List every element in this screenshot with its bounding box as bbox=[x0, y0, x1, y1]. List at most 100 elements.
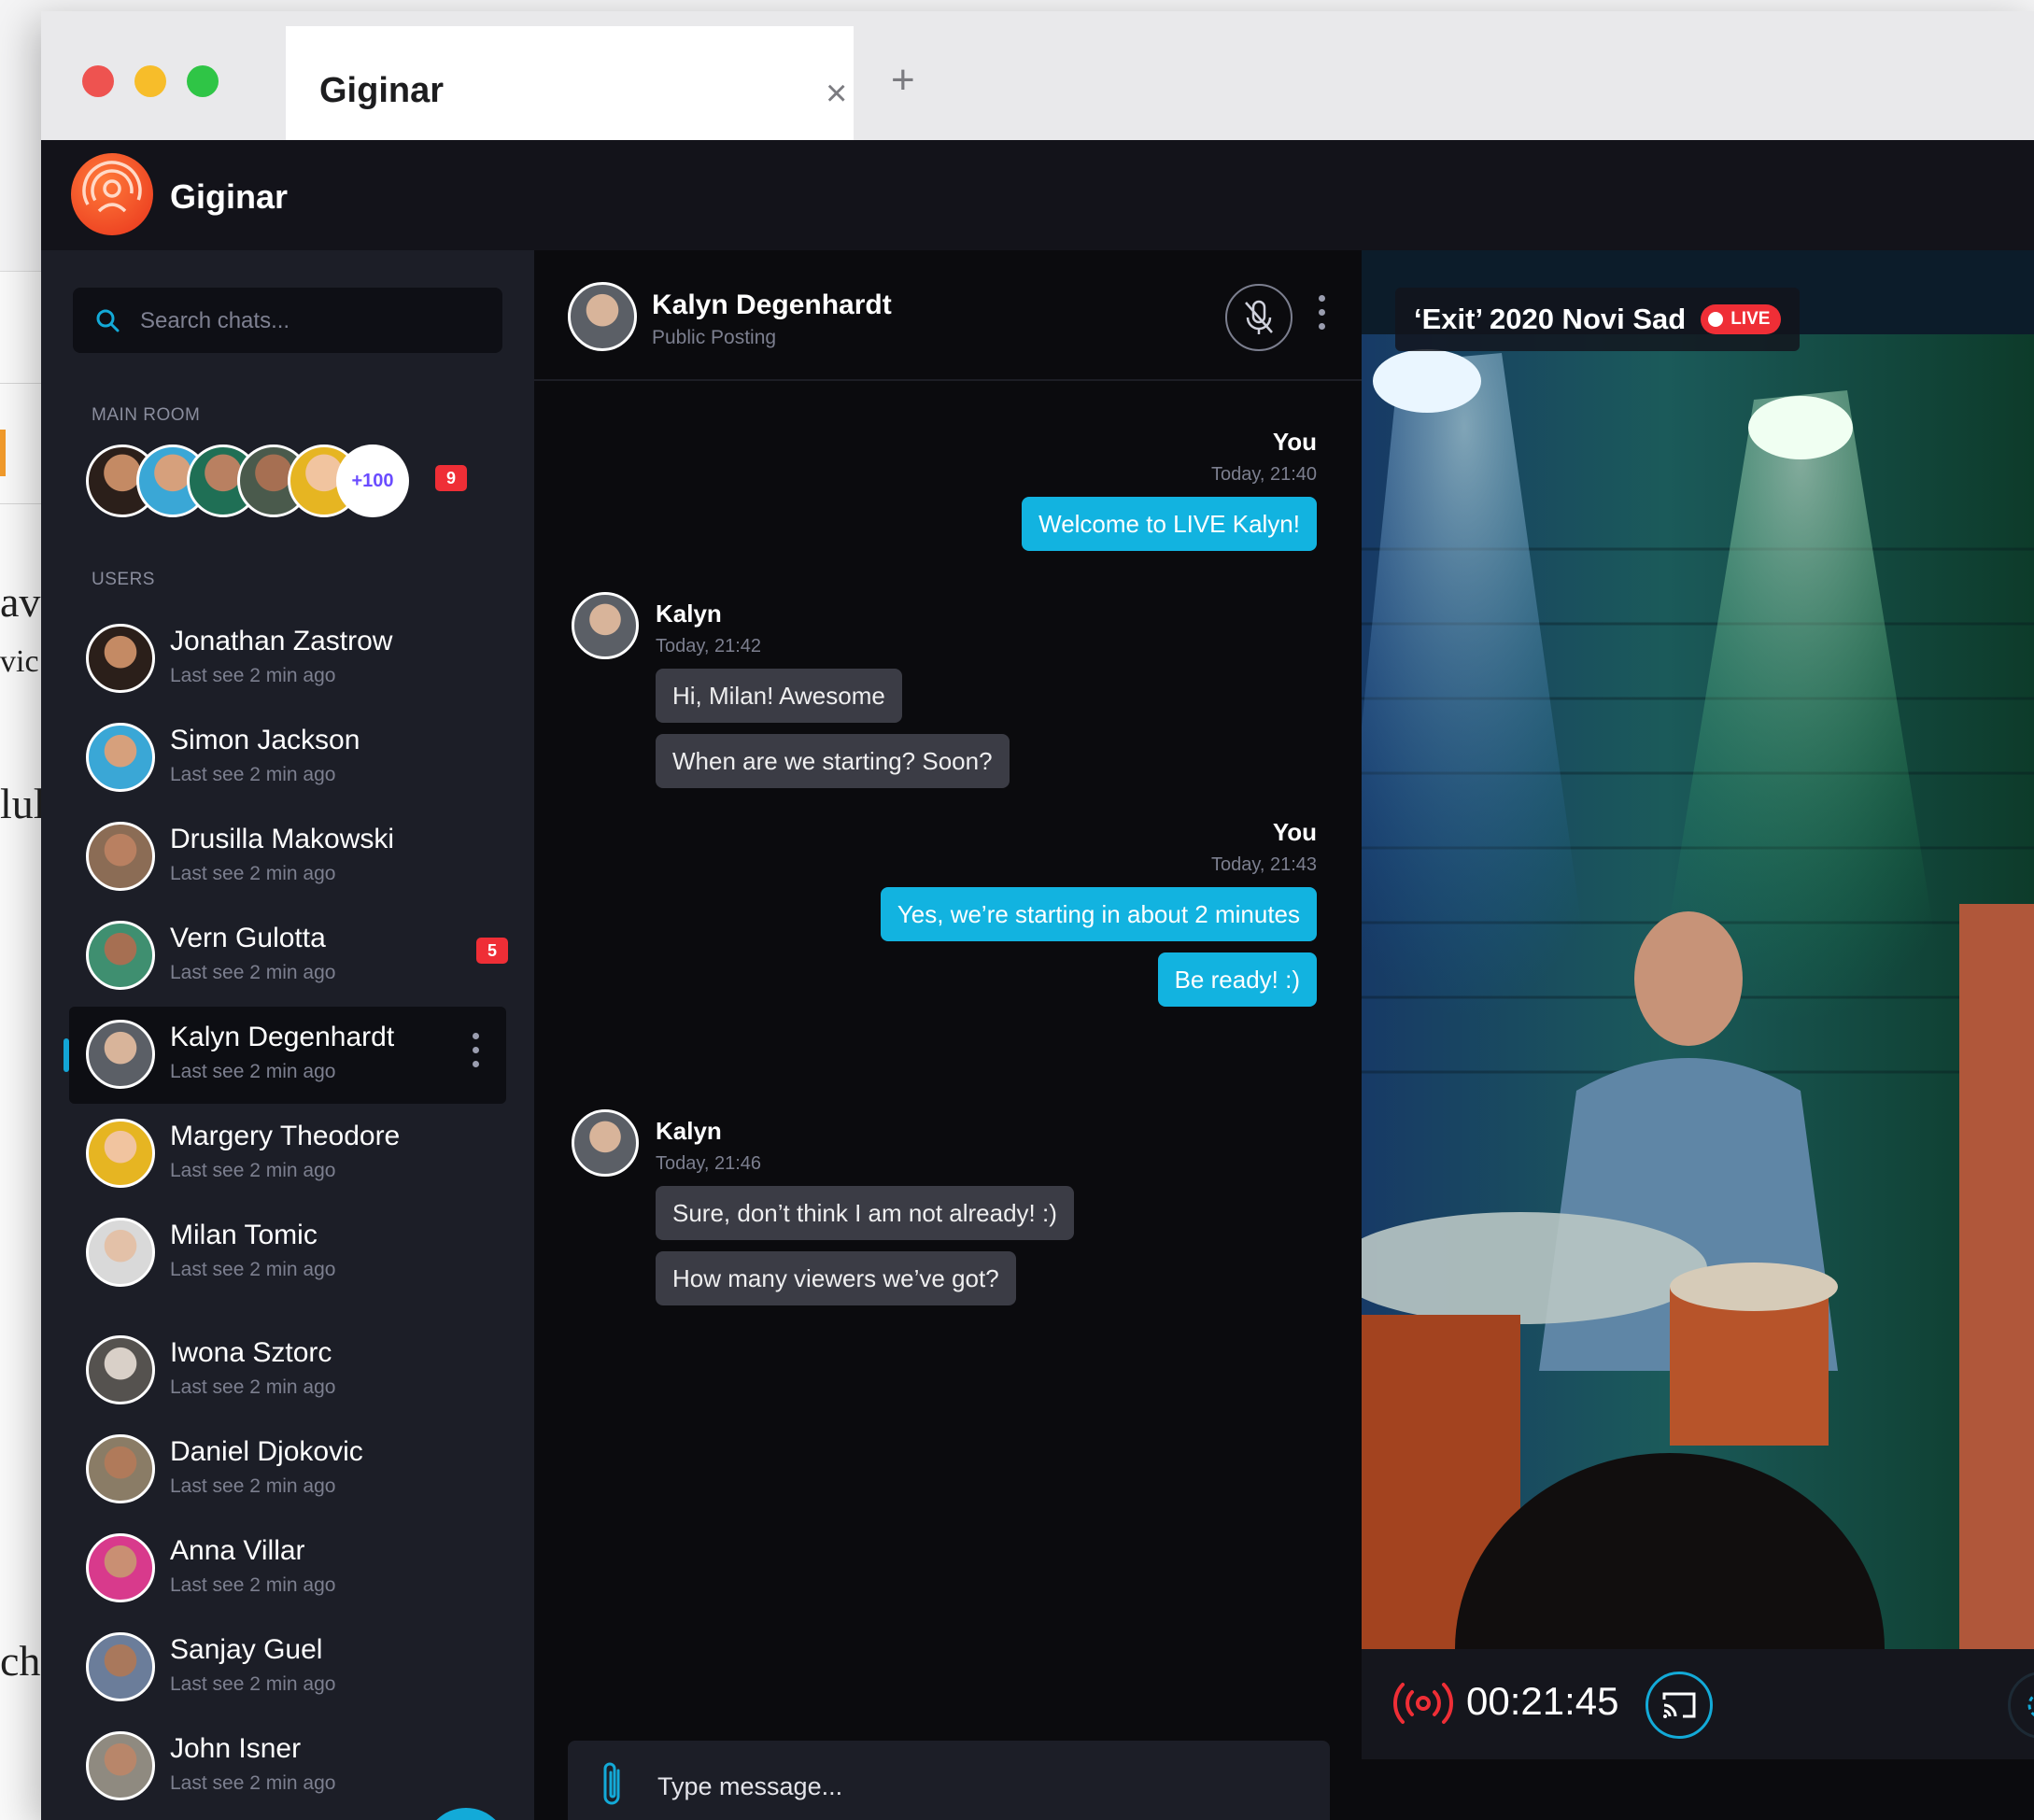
video-controls: 00:21:45 bbox=[1362, 1649, 2034, 1759]
gear-icon bbox=[2027, 1693, 2034, 1717]
more-members-count: +100 bbox=[336, 444, 409, 517]
avatar bbox=[86, 1119, 155, 1188]
app-title: Giginar bbox=[170, 177, 289, 216]
avatar bbox=[86, 1731, 155, 1800]
active-indicator bbox=[64, 1038, 69, 1072]
avatar bbox=[86, 1020, 155, 1089]
user-status: Last see 2 min ago bbox=[170, 1475, 336, 1497]
message-time: Today, 21:46 bbox=[656, 1153, 762, 1174]
users-label: USERS bbox=[92, 570, 155, 589]
message-composer[interactable]: Type message... bbox=[568, 1741, 1330, 1820]
user-item[interactable]: Vern Gulotta Last see 2 min ago 5 bbox=[69, 908, 508, 1005]
broadcast-person-icon[interactable] bbox=[71, 153, 153, 235]
tab-close-icon[interactable]: × bbox=[826, 75, 847, 112]
incoming-message[interactable]: When are we starting? Soon? bbox=[656, 734, 1010, 788]
browser-tab[interactable]: Giginar × bbox=[286, 26, 854, 140]
outgoing-message[interactable]: Welcome to LIVE Kalyn! bbox=[1022, 497, 1317, 551]
window-close-dot[interactable] bbox=[82, 65, 114, 97]
background-accent bbox=[0, 430, 6, 476]
user-item[interactable]: Anna Villar Last see 2 min ago bbox=[69, 1520, 506, 1617]
new-tab-icon[interactable]: + bbox=[891, 60, 915, 101]
unread-badge: 5 bbox=[476, 938, 508, 964]
main-room-avatars[interactable]: +100 bbox=[86, 444, 459, 517]
outgoing-message[interactable]: Be ready! :) bbox=[1157, 952, 1317, 1007]
app-header: Giginar bbox=[41, 140, 2034, 250]
window-minimize-dot[interactable] bbox=[134, 65, 166, 97]
chat-more-options-icon[interactable] bbox=[1319, 295, 1326, 337]
message-sender: Kalyn bbox=[656, 600, 722, 628]
user-status: Last see 2 min ago bbox=[170, 863, 336, 884]
avatar bbox=[572, 1109, 639, 1177]
user-name: John Isner bbox=[170, 1733, 302, 1764]
browser-window: Giginar × + Giginar Search chats... MAIN… bbox=[41, 11, 2034, 1820]
search-placeholder: Search chats... bbox=[140, 308, 290, 333]
cast-button[interactable] bbox=[1646, 1672, 1713, 1739]
background-text-fragment: av bbox=[0, 578, 41, 626]
live-dot-icon bbox=[1708, 312, 1724, 327]
more-options-icon[interactable] bbox=[473, 1033, 480, 1074]
avatar bbox=[86, 1218, 155, 1287]
message-sender: You bbox=[1272, 428, 1317, 456]
paperclip-icon[interactable] bbox=[600, 1761, 626, 1810]
user-item[interactable]: Margery Theodore Last see 2 min ago bbox=[69, 1106, 506, 1203]
avatar bbox=[86, 1335, 155, 1404]
live-label: LIVE bbox=[1730, 309, 1771, 329]
chat-contact-subtitle: Public Posting bbox=[652, 327, 777, 348]
sidebar: Search chats... MAIN ROOM +100 9 USERS J… bbox=[41, 250, 534, 1820]
user-name: Sanjay Guel bbox=[170, 1634, 323, 1665]
message-time: Today, 21:40 bbox=[1210, 464, 1317, 485]
user-name: Drusilla Makowski bbox=[170, 824, 395, 854]
user-name: Vern Gulotta bbox=[170, 923, 326, 953]
window-maximize-dot[interactable] bbox=[187, 65, 219, 97]
avatar bbox=[86, 1632, 155, 1701]
message-meta: Kalyn Today, 21:46 bbox=[656, 1117, 761, 1175]
search-icon bbox=[96, 309, 120, 332]
user-item[interactable]: Drusilla Makowski Last see 2 min ago bbox=[69, 809, 506, 906]
message-sender: Kalyn bbox=[656, 1117, 722, 1145]
user-item[interactable]: Simon Jackson Last see 2 min ago bbox=[69, 710, 506, 807]
message-sender: You bbox=[1272, 818, 1317, 846]
user-name: Simon Jackson bbox=[170, 725, 360, 755]
live-badge: LIVE bbox=[1701, 304, 1782, 334]
chat-contact-name: Kalyn Degenhardt bbox=[652, 289, 892, 320]
user-status: Last see 2 min ago bbox=[170, 665, 336, 686]
mute-microphone-button[interactable] bbox=[1225, 284, 1292, 351]
user-status: Last see 2 min ago bbox=[170, 764, 336, 785]
live-stream-video[interactable]: ‘Exit’ 2020 Novi Sad LIVE bbox=[1362, 250, 2034, 1649]
message-time: Today, 21:43 bbox=[1210, 854, 1317, 875]
stream-title: ‘Exit’ 2020 Novi Sad bbox=[1414, 303, 1687, 335]
live-video-panel: ‘Exit’ 2020 Novi Sad LIVE 00:21:45 bbox=[1362, 250, 2034, 1820]
user-item[interactable]: John Isner Last see 2 min ago bbox=[69, 1718, 506, 1815]
user-item[interactable]: Milan Tomic Last see 2 min ago bbox=[69, 1205, 506, 1302]
mic-off-icon bbox=[1245, 300, 1273, 334]
background-text-fragment: vic bbox=[0, 644, 39, 679]
incoming-message[interactable]: Hi, Milan! Awesome bbox=[656, 669, 902, 723]
settings-button[interactable] bbox=[2008, 1672, 2034, 1739]
unread-badge: 9 bbox=[435, 465, 467, 491]
user-status: Last see 2 min ago bbox=[170, 1376, 336, 1398]
incoming-message[interactable]: Sure, don’t think I am not already! :) bbox=[656, 1186, 1074, 1240]
background-text-fragment: ch bbox=[0, 1637, 41, 1685]
chat-panel: Kalyn Degenhardt Public Posting You Toda… bbox=[534, 250, 1362, 1820]
user-name: Jonathan Zastrow bbox=[170, 626, 393, 656]
user-item[interactable]: Iwona Sztorc Last see 2 min ago bbox=[69, 1322, 506, 1419]
user-item[interactable]: Sanjay Guel Last see 2 min ago bbox=[69, 1619, 506, 1716]
incoming-message[interactable]: How many viewers we’ve got? bbox=[656, 1251, 1016, 1305]
user-item-selected[interactable]: Kalyn Degenhardt Last see 2 min ago bbox=[64, 1007, 506, 1104]
outgoing-message[interactable]: Yes, we’re starting in about 2 minutes bbox=[880, 887, 1317, 941]
user-name: Kalyn Degenhardt bbox=[170, 1022, 395, 1052]
message-input[interactable]: Type message... bbox=[657, 1772, 842, 1801]
user-status: Last see 2 min ago bbox=[170, 962, 336, 983]
user-name: Anna Villar bbox=[170, 1535, 305, 1566]
stream-timer: 00:21:45 bbox=[1466, 1679, 1619, 1723]
avatar bbox=[86, 822, 155, 891]
user-status: Last see 2 min ago bbox=[170, 1160, 336, 1181]
search-chats-input[interactable]: Search chats... bbox=[73, 288, 502, 353]
user-status: Last see 2 min ago bbox=[170, 1673, 336, 1695]
avatar bbox=[86, 723, 155, 792]
avatar[interactable] bbox=[568, 282, 637, 351]
main-room-label: MAIN ROOM bbox=[92, 405, 201, 425]
cast-icon bbox=[1662, 1692, 1696, 1718]
user-item[interactable]: Jonathan Zastrow Last see 2 min ago bbox=[69, 611, 506, 708]
user-item[interactable]: Daniel Djokovic Last see 2 min ago bbox=[69, 1421, 506, 1518]
